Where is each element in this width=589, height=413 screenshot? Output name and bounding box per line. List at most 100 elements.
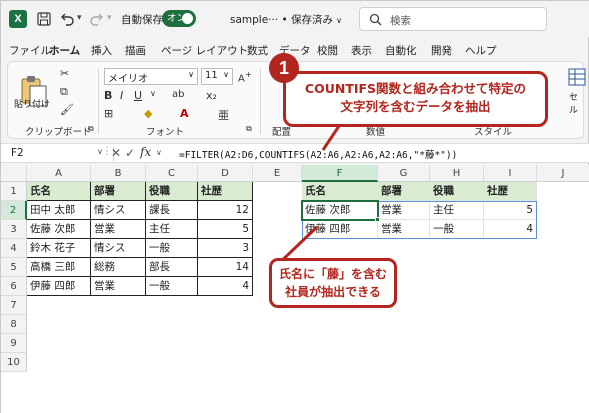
font-launcher-icon[interactable]: ⧉ — [246, 124, 252, 134]
tab-insert[interactable]: 挿入 — [91, 43, 112, 58]
source-table-cell[interactable]: 一般 — [146, 239, 198, 258]
confirm-entry-icon[interactable]: ✓ — [125, 146, 135, 160]
bold-icon[interactable]: B — [104, 89, 112, 102]
row-header-1[interactable]: 1 — [1, 182, 27, 201]
grow-font-icon[interactable]: A+ — [238, 69, 252, 84]
source-table-cell[interactable]: 情シス — [91, 239, 146, 258]
font-name-select[interactable]: メイリオ ∨ — [104, 68, 198, 85]
cancel-entry-icon[interactable]: ✕ — [111, 146, 121, 160]
fill-color-icon[interactable]: ◆ — [144, 107, 152, 120]
source-table-cell[interactable]: 伊藤 四郎 — [27, 277, 91, 296]
col-header-c[interactable]: C — [146, 165, 198, 182]
result-header-cell[interactable]: 部署 — [378, 182, 430, 201]
cut-icon[interactable]: ✂ — [60, 67, 69, 80]
result-table-cell[interactable]: 一般 — [430, 220, 484, 239]
result-table-cell[interactable]: 伊藤 四郎 — [302, 220, 378, 239]
source-header-cell[interactable]: 役職 — [146, 182, 198, 201]
copy-icon[interactable]: ⧉ — [60, 85, 68, 99]
undo-dropdown-icon[interactable]: ▾ — [77, 13, 82, 23]
source-table-cell[interactable]: 高橋 三郎 — [27, 258, 91, 277]
select-all-corner[interactable] — [1, 165, 27, 182]
result-table-cell[interactable]: 佐藤 次郎 — [302, 201, 378, 220]
source-table-cell[interactable]: 佐藤 次郎 — [27, 220, 91, 239]
underline-icon[interactable]: U — [134, 89, 142, 102]
source-table-cell[interactable]: 営業 — [91, 277, 146, 296]
tab-file[interactable]: ファイル — [9, 43, 51, 58]
subscript-icon[interactable]: x₂ — [206, 89, 217, 102]
redo-icon[interactable] — [89, 11, 105, 27]
source-table-cell[interactable]: 5 — [198, 220, 253, 239]
strikethrough-icon[interactable]: ab — [172, 89, 184, 100]
source-table-cell[interactable]: 3 — [198, 239, 253, 258]
source-table-cell[interactable]: 営業 — [91, 220, 146, 239]
col-header-h[interactable]: H — [430, 165, 484, 182]
cells-icon[interactable] — [568, 68, 586, 86]
col-header-f[interactable]: F — [302, 165, 378, 182]
format-painter-icon[interactable]: 🖌 — [60, 103, 74, 116]
result-header-cell[interactable]: 氏名 — [302, 182, 378, 201]
row-header-2[interactable]: 2 — [1, 201, 27, 220]
tab-home[interactable]: ホーム — [49, 43, 81, 63]
insert-function-button[interactable]: fx — [140, 145, 151, 159]
tab-formulas[interactable]: 数式 — [247, 43, 268, 58]
italic-icon[interactable]: I — [120, 89, 123, 102]
tab-help[interactable]: ヘルプ — [465, 43, 497, 58]
row-header-10[interactable]: 10 — [1, 353, 27, 372]
source-table-cell[interactable]: 部長 — [146, 258, 198, 277]
col-header-b[interactable]: B — [91, 165, 146, 182]
result-header-cell[interactable]: 役職 — [430, 182, 484, 201]
source-table-cell[interactable]: 12 — [198, 201, 253, 220]
source-table-cell[interactable]: 一般 — [146, 277, 198, 296]
row-header-3[interactable]: 3 — [1, 220, 27, 239]
result-table-cell[interactable]: 主任 — [430, 201, 484, 220]
chevron-down-icon[interactable]: ∨ — [156, 148, 162, 157]
tab-view[interactable]: 表示 — [351, 43, 372, 58]
source-table-cell[interactable]: 情シス — [91, 201, 146, 220]
result-table-cell[interactable]: 4 — [484, 220, 537, 239]
cells-group-label[interactable]: セル — [569, 90, 583, 116]
row-header-6[interactable]: 6 — [1, 277, 27, 296]
row-header-4[interactable]: 4 — [1, 239, 27, 258]
font-color-icon[interactable]: A — [180, 107, 189, 120]
col-header-j[interactable]: J — [537, 165, 589, 182]
col-header-d[interactable]: D — [198, 165, 253, 182]
source-table-cell[interactable]: 主任 — [146, 220, 198, 239]
name-box[interactable]: F2 ∨ — [7, 145, 107, 162]
fill-handle[interactable] — [375, 217, 380, 222]
source-table-cell[interactable]: 田中 太郎 — [27, 201, 91, 220]
source-table-cell[interactable]: 総務 — [91, 258, 146, 277]
clipboard-launcher-icon[interactable]: ⧉ — [88, 124, 94, 134]
row-header-9[interactable]: 9 — [1, 334, 27, 353]
source-table-cell[interactable]: 14 — [198, 258, 253, 277]
source-header-cell[interactable]: 部署 — [91, 182, 146, 201]
file-title[interactable]: sample··· • 保存済み ∨ — [230, 12, 342, 27]
phonetic-icon[interactable]: 亜 — [218, 107, 229, 123]
undo-icon[interactable] — [59, 11, 75, 27]
tab-draw[interactable]: 描画 — [125, 43, 146, 58]
underline-dropdown-icon[interactable]: ∨ — [150, 89, 156, 98]
redo-dropdown-icon[interactable]: ▾ — [107, 13, 112, 23]
source-table-cell[interactable]: 4 — [198, 277, 253, 296]
result-table-cell[interactable]: 営業 — [378, 220, 430, 239]
font-size-select[interactable]: 11 ∨ — [201, 68, 233, 85]
source-header-cell[interactable]: 氏名 — [27, 182, 91, 201]
result-table-cell[interactable]: 営業 — [378, 201, 430, 220]
source-table-cell[interactable]: 課長 — [146, 201, 198, 220]
col-header-a[interactable]: A — [27, 165, 91, 182]
col-header-e[interactable]: E — [253, 165, 302, 182]
source-header-cell[interactable]: 社歴 — [198, 182, 253, 201]
autosave-toggle[interactable]: オン — [162, 10, 196, 27]
col-header-i[interactable]: I — [484, 165, 537, 182]
borders-icon[interactable]: ⊞ — [104, 107, 113, 120]
result-table-cell[interactable]: 5 — [484, 201, 537, 220]
tab-page-layout[interactable]: ページ レイアウト — [161, 43, 248, 58]
row-header-5[interactable]: 5 — [1, 258, 27, 277]
col-header-g[interactable]: G — [378, 165, 430, 182]
row-header-8[interactable]: 8 — [1, 315, 27, 334]
paste-label[interactable]: 貼り付け — [14, 97, 50, 110]
result-header-cell[interactable]: 社歴 — [484, 182, 537, 201]
save-icon[interactable] — [36, 11, 52, 27]
tab-review[interactable]: 校閲 — [317, 43, 338, 58]
formula-input[interactable]: =FILTER(A2:D6,COUNTIFS(A2:A6,A2:A6,A2:A6… — [179, 147, 457, 161]
tab-developer[interactable]: 開発 — [431, 43, 452, 58]
